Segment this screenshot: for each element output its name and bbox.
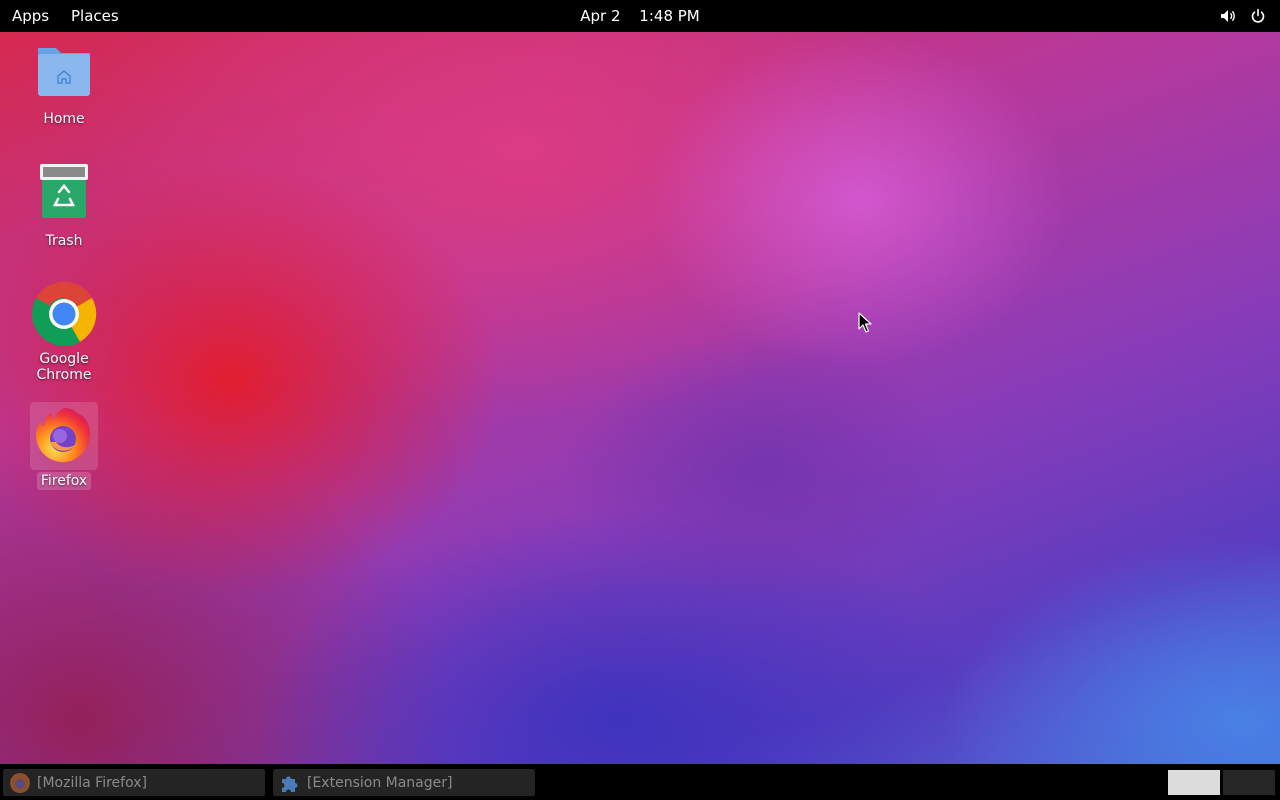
desktop-icon-firefox[interactable]: Firefox [8,402,120,490]
home-folder-icon [30,40,98,108]
apps-menu[interactable]: Apps [0,0,61,32]
workspace-2-button[interactable] [1223,770,1275,795]
desktop-icon-label: Google Chrome [36,351,92,383]
taskbar-item-label: [Extension Manager] [307,774,453,791]
volume-icon[interactable] [1220,8,1236,24]
taskbar-item-mozilla-firefox[interactable]: [Mozilla Firefox] [3,769,265,796]
desktop-icon-home[interactable]: Home [8,40,120,128]
chrome-icon [30,280,98,348]
clock-time[interactable]: 1:48 PM [639,7,699,25]
desktop-icon-google-chrome[interactable]: Google Chrome [8,280,120,384]
trash-icon [30,162,98,230]
clock: Apr 2 1:48 PM [0,0,1280,32]
bottom-panel: [Mozilla Firefox] [Extension Manager] [0,764,1280,800]
taskbar-item-label: [Mozilla Firefox] [37,774,147,791]
desktop-icon-label: Firefox [36,472,92,490]
mouse-cursor-icon [858,312,872,338]
clock-date[interactable]: Apr 2 [580,7,620,25]
puzzle-icon [279,772,301,794]
taskbar-item-extension-manager[interactable]: [Extension Manager] [273,769,535,796]
firefox-icon [9,772,31,794]
power-icon[interactable] [1250,8,1266,24]
desktop-icon-trash[interactable]: Trash [8,162,120,250]
top-panel: Apps Places Apr 2 1:48 PM [0,0,1280,32]
places-menu[interactable]: Places [59,0,131,32]
firefox-icon [30,402,98,470]
system-status-area[interactable] [1220,0,1266,32]
workspace-1-button[interactable] [1168,770,1220,795]
desktop-icon-label: Home [43,111,85,127]
desktop-wallpaper [0,0,1280,800]
desktop-icon-label: Trash [45,233,83,249]
